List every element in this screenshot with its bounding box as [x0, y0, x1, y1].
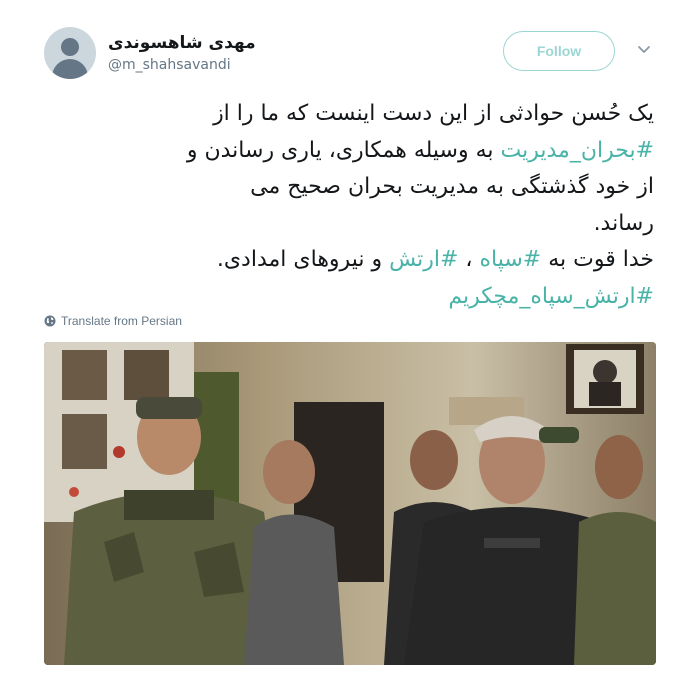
tweet-line: #بحران_مدیریت به وسیله همکاری، یاری رسان… — [40, 133, 654, 170]
display-name[interactable]: مهدی شاهسوندی — [108, 33, 256, 53]
follow-button[interactable]: Follow — [503, 31, 615, 71]
hashtag-link[interactable]: #ارتش — [389, 247, 458, 272]
avatar-head-shape — [61, 38, 79, 56]
tweet-text-segment: خدا قوت به — [541, 247, 654, 272]
globe-icon — [44, 315, 56, 327]
tweet-line: یک حُسن حوادثی از این دست اینست که ما را… — [40, 96, 654, 133]
hashtag-link[interactable]: #بحران_مدیریت — [501, 138, 654, 163]
tweet-text-segment: یک حُسن حوادثی از این دست اینست که ما را… — [213, 101, 654, 126]
hashtag-link[interactable]: #سپاه — [480, 247, 542, 272]
tweet-text-segment: به وسیله همکاری، یاری رساندن و — [186, 137, 501, 163]
tweet-line: خدا قوت به #سپاه ، #ارتش و نیروهای امداد… — [40, 242, 654, 279]
tweet-photo[interactable] — [44, 342, 656, 665]
translate-label: Translate from Persian — [61, 314, 182, 328]
avatar[interactable] — [44, 27, 96, 79]
translate-link[interactable]: Translate from Persian — [44, 314, 182, 328]
photo-illustration — [44, 342, 656, 665]
user-handle[interactable]: @m_shahsavandi — [108, 57, 231, 73]
tweet-text-segment: و نیروهای امدادی. — [216, 247, 390, 272]
tweet-line: #ارتش_سپاه_مچکریم — [40, 279, 654, 316]
tweet-text-segment: از خود گذشتگی به مدیریت بحران صحیح می — [250, 174, 654, 199]
tweet-text-segment: رساند. — [593, 210, 654, 236]
hashtag-link[interactable]: #ارتش_سپاه_مچکریم — [448, 284, 654, 309]
tweet-text: یک حُسن حوادثی از این دست اینست که ما را… — [40, 96, 654, 315]
tweet-line: رساند. — [40, 206, 654, 243]
tweet-text-segment: ، — [458, 247, 480, 272]
chevron-down-icon[interactable] — [635, 40, 653, 58]
tweet-line: از خود گذشتگی به مدیریت بحران صحیح می — [40, 169, 654, 206]
avatar-body-shape — [52, 59, 88, 79]
